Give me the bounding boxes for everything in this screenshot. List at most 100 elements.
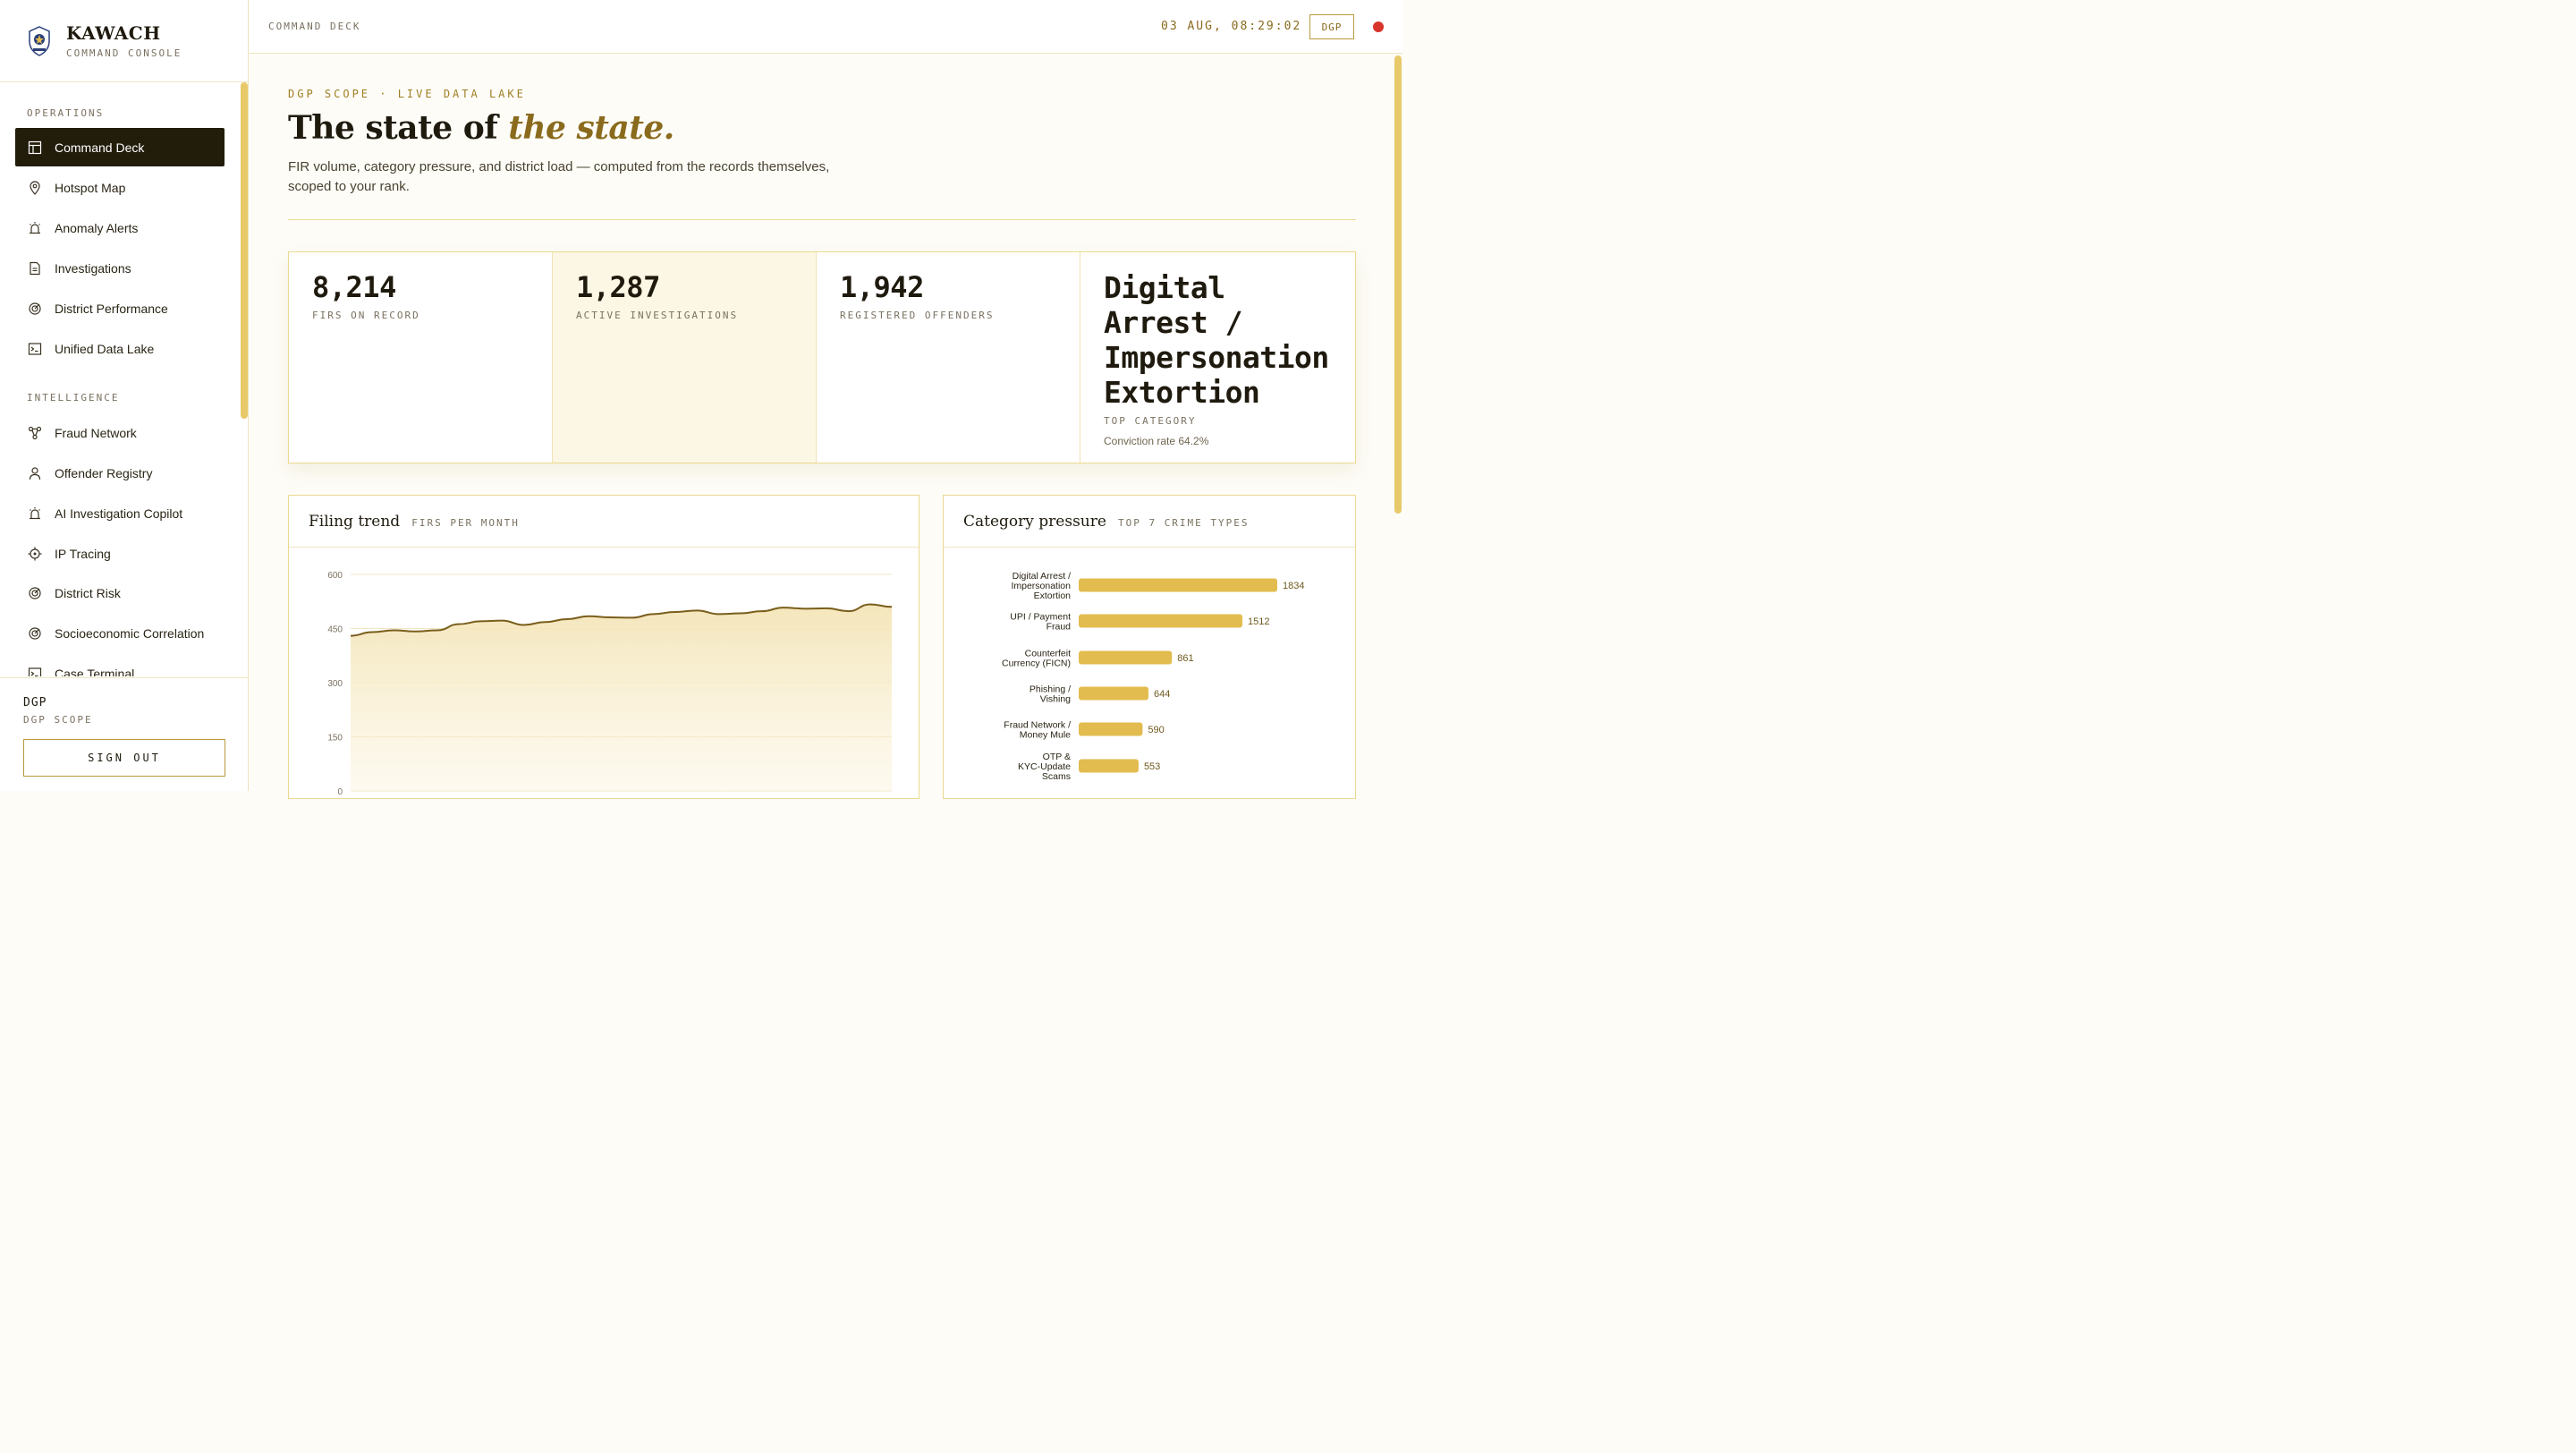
siren-icon [30, 221, 40, 234]
card-title: Filing trend [309, 512, 401, 531]
category-pressure-card: Category pressure TOP 7 CRIME TYPES Digi… [943, 495, 1356, 799]
bar-value-label: 1834 [1283, 581, 1304, 591]
sidebar-item-offender-registry[interactable]: Offender Registry [15, 454, 225, 492]
category-bar [1079, 578, 1277, 592]
stat-value: 1,287 [576, 270, 660, 304]
card-header: Filing trend FIRS PER MONTH [289, 496, 919, 548]
y-tick-label: 0 [337, 787, 343, 797]
card-tag: FIRS PER MONTH [411, 516, 520, 529]
sidebar-scrollbar[interactable] [241, 82, 248, 419]
user-rank: DGP [23, 696, 47, 710]
stat-subtext: Conviction rate 64.2% [1104, 435, 1209, 447]
network-icon [28, 426, 42, 439]
terminal-icon [28, 667, 42, 676]
target-icon [29, 302, 41, 315]
sidebar-item-case-terminal[interactable]: Case Terminal [15, 654, 225, 676]
category-bar [1079, 759, 1139, 773]
card-title: Category pressure [963, 512, 1106, 531]
sidebar-item-anomaly-alerts[interactable]: Anomaly Alerts [15, 208, 225, 247]
section-title-operations: OPERATIONS [27, 107, 105, 119]
page-lede: FIR volume, category pressure, and distr… [288, 159, 830, 194]
sidebar-item-label: Socioeconomic Correlation [55, 625, 205, 641]
target-icon [29, 586, 41, 599]
sidebar-item-fraud-network[interactable]: Fraud Network [15, 413, 225, 452]
police-emblem-icon [29, 25, 50, 56]
sidebar-item-label: District Performance [55, 301, 168, 316]
sidebar-item-command-deck[interactable]: Command Deck [15, 128, 225, 166]
stat-registered-offenders: 1,942 REGISTERED OFFENDERS [817, 252, 1080, 463]
bar-value-label: 644 [1154, 689, 1170, 700]
stat-label: FIRS ON RECORD [312, 310, 420, 321]
sidebar-item-socioeconomic-correlation[interactable]: Socioeconomic Correlation [15, 614, 225, 652]
sidebar-item-label: Anomaly Alerts [55, 220, 139, 235]
dashboard-icon [28, 140, 42, 154]
sidebar-item-label: Hotspot Map [55, 180, 126, 195]
filing-trend-chart: 0 150 300 450 600 [327, 571, 893, 797]
stat-value: 8,214 [312, 270, 396, 304]
sign-out-button[interactable]: SIGN OUT [23, 739, 225, 777]
stat-value: Digital Arrest / Impersonation Extortion [1104, 270, 1329, 410]
category-bar [1079, 614, 1243, 628]
category-label: Scams [1042, 771, 1071, 782]
bar-value-label: 1512 [1248, 616, 1269, 627]
live-status-dot [1373, 21, 1384, 32]
category-bar [1079, 650, 1173, 665]
main-scrollbar[interactable] [1394, 55, 1402, 514]
filing-trend-card: Filing trend FIRS PER MONTH 0 150 300 450 60… [288, 495, 919, 799]
category-bar [1079, 722, 1143, 736]
category-label: Money Mule [1020, 730, 1071, 741]
category-label: Extortion [1034, 591, 1072, 601]
brand-subtitle: COMMAND CONSOLE [66, 47, 182, 59]
card-tag: TOP 7 CRIME TYPES [1117, 516, 1250, 529]
category-label: Fraud [1046, 622, 1072, 633]
rank-badge[interactable]: DGP [1309, 14, 1354, 39]
bar-value-label: 590 [1148, 725, 1164, 735]
sidebar-footer: DGP DGP SCOPE SIGN OUT [0, 677, 248, 791]
sidebar-item-label: Case Terminal [55, 666, 135, 677]
page-eyebrow: DGP SCOPE · LIVE DATA LAKE [288, 88, 526, 100]
stat-label: ACTIVE INVESTIGATIONS [576, 310, 739, 321]
clock-readout: 03 AUG, 08:29:02 [1161, 20, 1302, 33]
card-header: Category pressure TOP 7 CRIME TYPES [944, 496, 1355, 548]
stat-active-investigations: 1,287 ACTIVE INVESTIGATIONS [553, 252, 817, 463]
top-bar: COMMAND DECK 03 AUG, 08:29:02 DGP [250, 0, 1402, 54]
sidebar-item-label: AI Investigation Copilot [55, 506, 183, 521]
title-plain: The state of [288, 109, 509, 147]
stat-firs: 8,214 FIRS ON RECORD [289, 252, 553, 463]
crosshair-icon [28, 547, 42, 560]
sidebar-nav: OPERATIONS Command Deck Hotspot Map Anom… [0, 82, 240, 676]
sidebar-item-ai-investigation-copilot[interactable]: AI Investigation Copilot [15, 494, 225, 532]
user-icon [29, 466, 41, 480]
category-label: Currency (FICN) [1002, 659, 1071, 669]
terminal-icon [28, 342, 42, 355]
category-label: Vishing [1040, 694, 1071, 705]
stat-label: TOP CATEGORY [1104, 415, 1197, 427]
page-title: The state of the state. [288, 109, 674, 147]
sidebar-item-ip-tracing[interactable]: IP Tracing [15, 534, 225, 573]
document-icon [30, 261, 40, 275]
category-bar [1079, 686, 1148, 701]
y-tick-label: 150 [327, 734, 343, 743]
map-pin-icon [30, 180, 40, 195]
section-title-intelligence: INTELLIGENCE [27, 392, 120, 404]
stat-top-category: Digital Arrest / Impersonation Extortion… [1080, 252, 1355, 463]
sidebar-item-district-risk[interactable]: District Risk [15, 574, 225, 612]
sidebar-item-hotspot-map[interactable]: Hotspot Map [15, 168, 225, 207]
brand-name: KAWACH [66, 22, 161, 44]
stat-label: REGISTERED OFFENDERS [840, 310, 995, 321]
siren-icon [30, 506, 40, 519]
bar-value-label: 553 [1144, 761, 1160, 772]
bar-value-label: 861 [1177, 653, 1193, 664]
sidebar-item-label: IP Tracing [55, 546, 111, 561]
brand: KAWACH COMMAND CONSOLE [0, 0, 248, 82]
sidebar-item-label: Fraud Network [55, 425, 137, 440]
stat-value: 1,942 [840, 270, 924, 304]
sidebar-item-label: Unified Data Lake [55, 341, 155, 356]
sidebar-item-investigations[interactable]: Investigations [15, 249, 225, 287]
sidebar-item-district-performance[interactable]: District Performance [15, 289, 225, 327]
stats-strip: 8,214 FIRS ON RECORD 1,287 ACTIVE INVEST… [288, 251, 1356, 463]
breadcrumb: COMMAND DECK [268, 21, 361, 32]
sidebar: KAWACH COMMAND CONSOLE OPERATIONS Comman… [0, 0, 249, 791]
sidebar-item-unified-data-lake[interactable]: Unified Data Lake [15, 329, 225, 368]
category-label: Voice Clone / [1015, 797, 1071, 798]
